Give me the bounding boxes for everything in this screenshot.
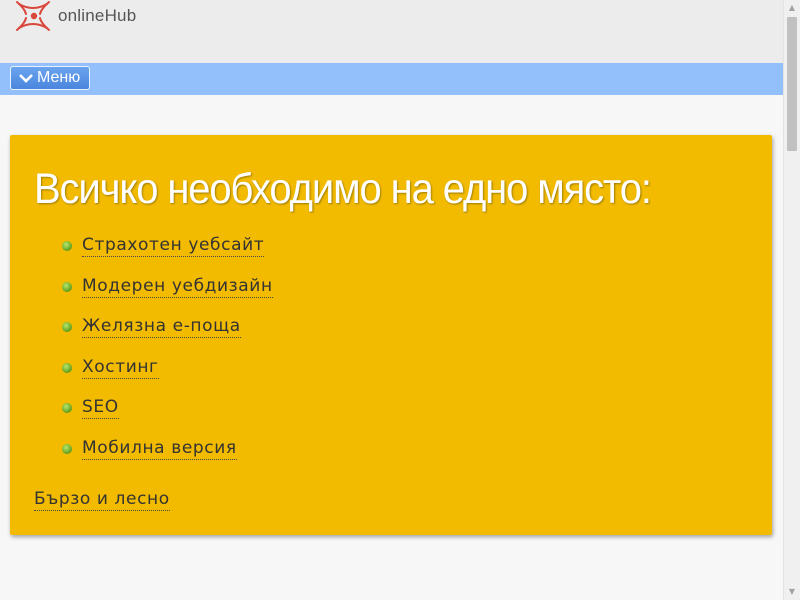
- feature-list-item: Модерен уебдизайн: [62, 275, 273, 317]
- chevron-down-icon: [19, 74, 33, 83]
- bullet-icon: [62, 443, 72, 454]
- hero-card: Всичко необходимо на едно място: Страхот…: [10, 135, 772, 535]
- menu-button[interactable]: Меню: [10, 66, 90, 90]
- feature-link-website[interactable]: Страхотен уебсайт: [82, 235, 265, 257]
- onlinehub-logo-icon[interactable]: [14, 0, 52, 32]
- feature-link-webdesign[interactable]: Модерен уебдизайн: [82, 275, 273, 298]
- scroll-down-arrow-icon[interactable]: ▼: [784, 584, 800, 600]
- feature-list-item: Хостинг: [62, 356, 273, 398]
- menu-button-label: Меню: [37, 69, 81, 86]
- feature-list-item: SEO: [62, 397, 273, 438]
- bullet-icon: [62, 403, 72, 414]
- scrollbar-thumb[interactable]: [787, 17, 797, 151]
- feature-link-seo[interactable]: SEO: [82, 397, 119, 420]
- feature-link-email[interactable]: Желязна е-поща: [82, 316, 241, 339]
- feature-list-item: Мобилна версия: [62, 437, 273, 479]
- bullet-icon: [62, 281, 72, 292]
- hero-title: Всичко необходимо на едно място:: [34, 165, 652, 213]
- fast-and-easy-link[interactable]: Бързо и лесно: [34, 489, 170, 511]
- bullet-icon: [62, 322, 72, 333]
- nav-bar: Меню: [0, 63, 783, 95]
- site-header: onlineHub: [0, 0, 783, 63]
- feature-list-item: Страхотен уебсайт: [62, 235, 273, 276]
- bullet-icon: [62, 241, 72, 251]
- bullet-icon: [62, 362, 72, 373]
- brand-name[interactable]: onlineHub: [58, 6, 136, 26]
- feature-link-hosting[interactable]: Хостинг: [82, 356, 159, 379]
- feature-list-item: Желязна е-поща: [62, 316, 273, 357]
- page-viewport: onlineHub Меню Всичко необходимо на едно…: [0, 0, 783, 600]
- feature-link-mobile[interactable]: Мобилна версия: [82, 437, 237, 460]
- scroll-up-arrow-icon[interactable]: ▲: [784, 0, 800, 16]
- vertical-scrollbar[interactable]: ▲ ▼: [783, 0, 800, 600]
- feature-list: Страхотен уебсайт Модерен уебдизайн Желя…: [62, 235, 273, 479]
